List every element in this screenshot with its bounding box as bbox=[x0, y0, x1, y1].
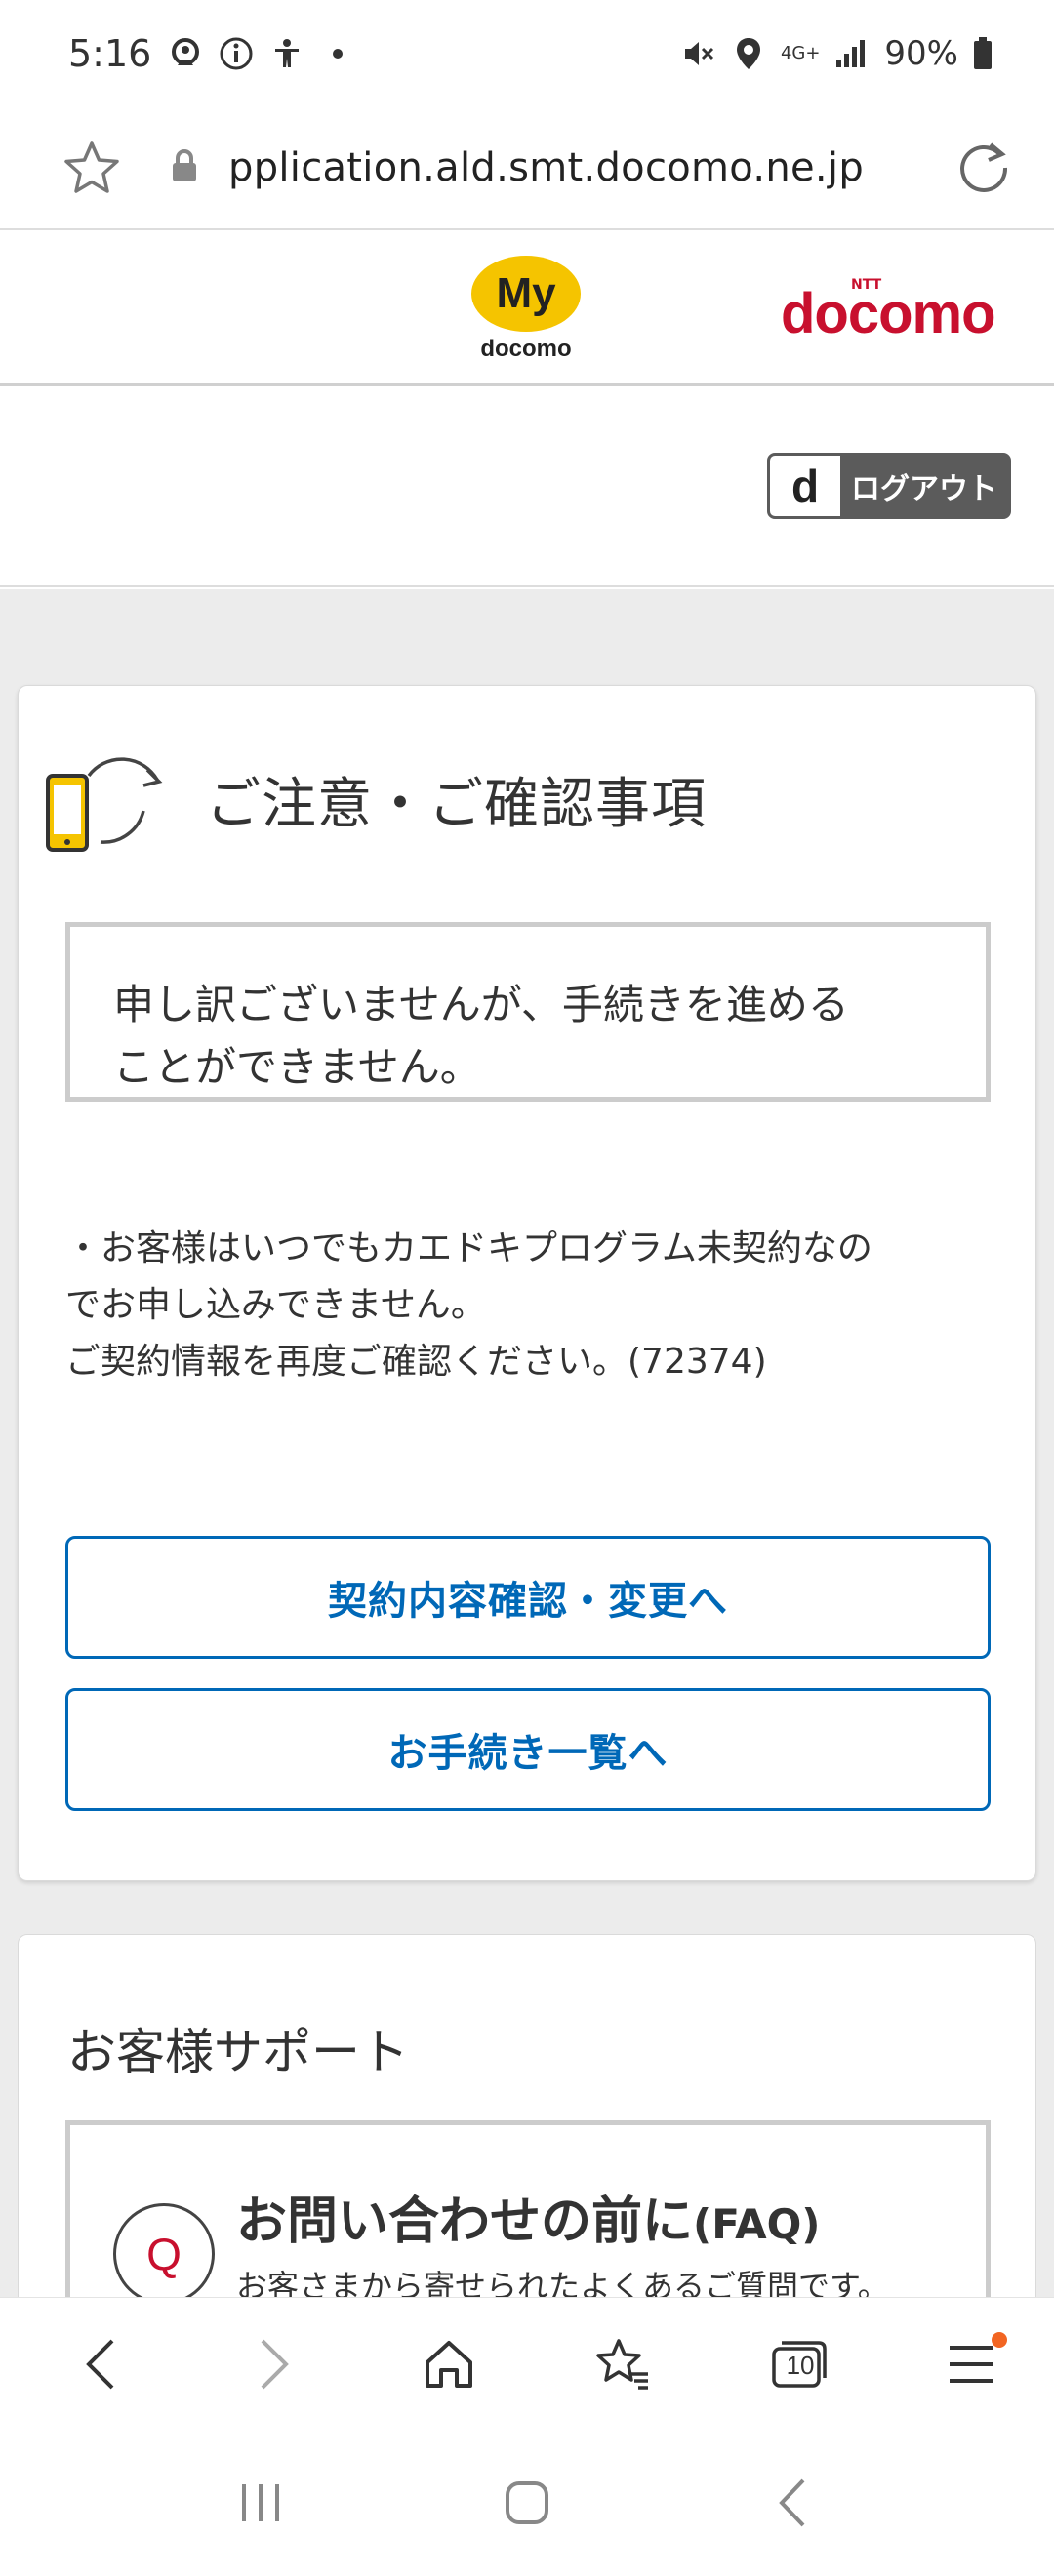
battery-level: 90% bbox=[884, 34, 958, 73]
alert-line: ことができません。 bbox=[113, 1043, 481, 1091]
contract-details-button[interactable]: 契約内容確認・変更へ bbox=[65, 1536, 991, 1659]
tabs-icon[interactable]: 10 bbox=[753, 2320, 841, 2408]
status-bar: 5:16 4G+ 90% bbox=[0, 0, 1054, 107]
assistant-icon bbox=[167, 35, 204, 72]
status-time: 5:16 bbox=[68, 32, 152, 75]
status-system-icons: 4G+ 90% bbox=[679, 34, 993, 73]
bookmark-star-icon[interactable] bbox=[61, 137, 123, 199]
detail-line: でお申し込みできません。 bbox=[65, 1285, 486, 1325]
support-title: お客様サポート bbox=[67, 2024, 409, 2080]
system-navigation-bar bbox=[0, 2430, 1054, 2576]
home-icon[interactable] bbox=[405, 2320, 493, 2408]
docomo-wordmark: docomo bbox=[781, 282, 996, 345]
my-logo-mark: My bbox=[471, 256, 581, 332]
network-type: 4G+ bbox=[780, 43, 821, 63]
url-text[interactable]: pplication.ald.smt.docomo.ne.jp bbox=[228, 145, 864, 190]
my-docomo-logo[interactable]: My docomo bbox=[471, 256, 581, 365]
detail-text: ・お客様はいつでもカエドキプログラム未契約なの でお申し込みできません。 ご契約… bbox=[65, 1221, 1002, 1390]
lock-icon bbox=[170, 148, 199, 187]
docomo-logo[interactable]: NTT docomo bbox=[781, 271, 1005, 349]
battery-icon bbox=[972, 35, 993, 72]
accessibility-icon bbox=[268, 35, 305, 72]
faq-title-suffix: (FAQ) bbox=[693, 2200, 821, 2248]
recent-apps-icon[interactable] bbox=[217, 2459, 304, 2547]
reload-icon[interactable] bbox=[953, 137, 1015, 199]
phone-cycle-icon bbox=[42, 743, 165, 860]
notice-card: ご注意・ご確認事項 申し訳ございませんが、手続きを進める ことができません。 ・… bbox=[18, 685, 1036, 1881]
menu-icon[interactable] bbox=[927, 2320, 1015, 2408]
detail-line: ご契約情報を再度ご確認ください。(72374) bbox=[65, 1342, 767, 1382]
system-back-icon[interactable] bbox=[750, 2459, 837, 2547]
brand-header: My docomo NTT docomo bbox=[0, 232, 1054, 386]
info-icon bbox=[218, 35, 255, 72]
tab-count: 10 bbox=[786, 2350, 815, 2380]
alert-line: 申し訳ございませんが、手続きを進める bbox=[113, 981, 849, 1028]
my-logo-sub: docomo bbox=[480, 336, 572, 362]
dot-icon bbox=[319, 35, 356, 72]
logout-label: ログアウト bbox=[851, 472, 997, 506]
status-notification-icons bbox=[167, 35, 356, 72]
faq-title-main: お問い合わせの前に bbox=[236, 2193, 694, 2251]
detail-line: ・お客様はいつでもカエドキプログラム未契約なの bbox=[65, 1228, 872, 1268]
browser-toolbar: 10 bbox=[0, 2297, 1054, 2430]
address-bar: pplication.ald.smt.docomo.ne.jp bbox=[0, 107, 1054, 230]
faq-q-icon: Q bbox=[113, 2203, 215, 2305]
bookmarks-icon[interactable] bbox=[579, 2320, 667, 2408]
mute-icon bbox=[679, 35, 716, 72]
logout-button[interactable]: d ログアウト bbox=[767, 453, 1011, 519]
notice-title: ご注意・ご確認事項 bbox=[206, 773, 707, 836]
back-arrow-icon[interactable] bbox=[57, 2320, 144, 2408]
notification-dot bbox=[991, 2331, 1007, 2348]
account-area: d ログアウト bbox=[0, 388, 1054, 587]
signal-icon bbox=[833, 35, 871, 72]
d-account-icon: d bbox=[770, 456, 840, 516]
home-button-icon[interactable] bbox=[483, 2459, 571, 2547]
alert-box: 申し訳ございませんが、手続きを進める ことができません。 bbox=[65, 922, 991, 1102]
location-icon bbox=[730, 35, 767, 72]
forward-arrow-icon[interactable] bbox=[230, 2320, 318, 2408]
faq-title: お問い合わせの前に(FAQ) bbox=[236, 2180, 821, 2253]
procedures-list-button[interactable]: お手続き一覧へ bbox=[65, 1688, 991, 1811]
